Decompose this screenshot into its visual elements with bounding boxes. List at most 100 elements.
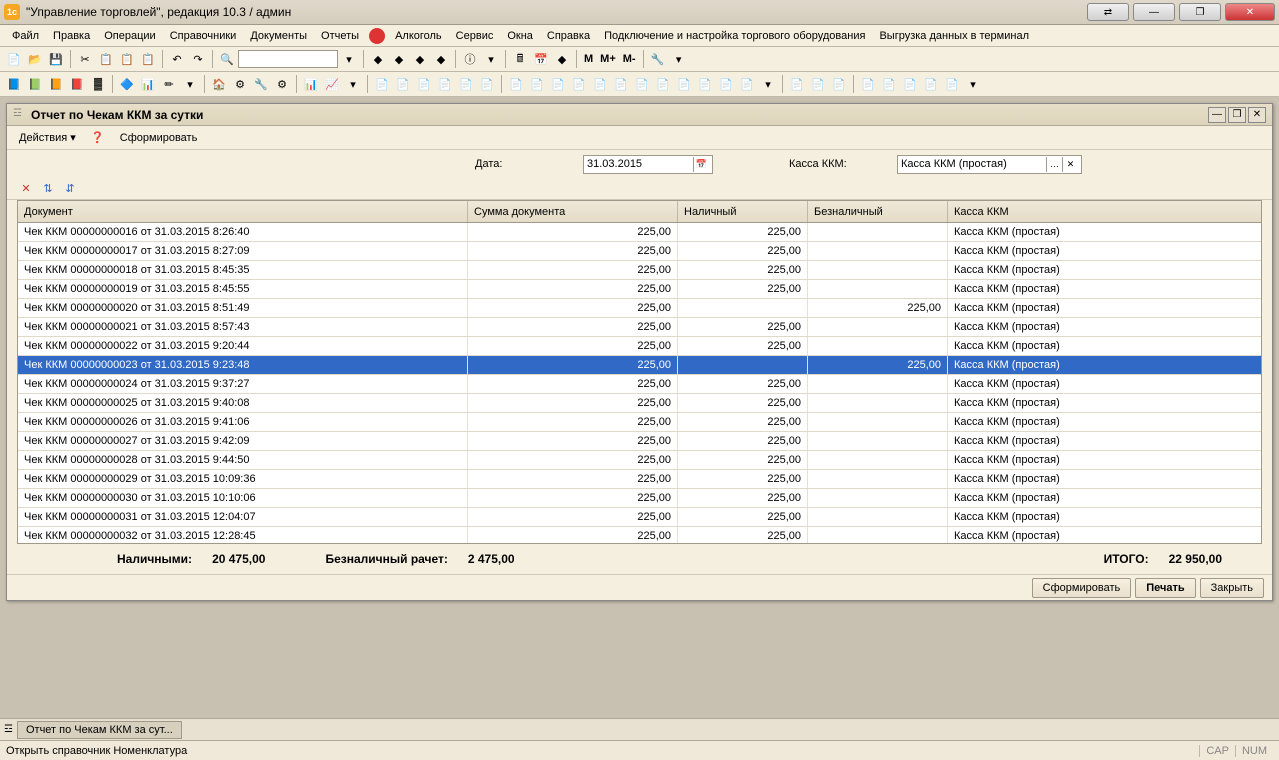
calendar-icon[interactable]: 📅 <box>693 157 709 172</box>
th-sum[interactable]: Сумма документа <box>468 201 678 222</box>
dropdown5-icon[interactable]: ▾ <box>343 74 363 94</box>
t2-14-icon[interactable]: 📈 <box>322 74 342 94</box>
tool-e-icon[interactable]: ◆ <box>552 49 572 69</box>
inner-minimize[interactable]: — <box>1208 107 1226 123</box>
th-cash[interactable]: Наличный <box>678 201 808 222</box>
table-row[interactable]: Чек ККМ 00000000024 от 31.03.2015 9:37:2… <box>18 375 1261 394</box>
t2-23-icon[interactable]: 📄 <box>548 74 568 94</box>
t2-28-icon[interactable]: 📄 <box>653 74 673 94</box>
table-row[interactable]: Чек ККМ 00000000025 от 31.03.2015 9:40:0… <box>18 394 1261 413</box>
actions-dropdown[interactable]: Действия ▾ <box>13 129 82 146</box>
tool-a-icon[interactable]: ◆ <box>368 49 388 69</box>
clear-filter-icon[interactable]: ✕ <box>17 180 35 198</box>
copy-icon[interactable]: 📋 <box>96 49 116 69</box>
table-row[interactable]: Чек ККМ 00000000030 от 31.03.2015 10:10:… <box>18 489 1261 508</box>
t2-32-icon[interactable]: 📄 <box>737 74 757 94</box>
t2-25-icon[interactable]: 📄 <box>590 74 610 94</box>
footer-print-button[interactable]: Печать <box>1135 578 1195 598</box>
swap-button[interactable]: ⇄ <box>1087 3 1129 21</box>
t2-19-icon[interactable]: 📄 <box>456 74 476 94</box>
table-row[interactable]: Чек ККМ 00000000032 от 31.03.2015 12:28:… <box>18 527 1261 543</box>
paste-icon[interactable]: 📋 <box>117 49 137 69</box>
t2-39-icon[interactable]: 📄 <box>921 74 941 94</box>
inner-close[interactable]: ✕ <box>1248 107 1266 123</box>
memory-mplus[interactable]: M+ <box>597 53 619 65</box>
t2-6-icon[interactable]: 🔷 <box>117 74 137 94</box>
t2-38-icon[interactable]: 📄 <box>900 74 920 94</box>
menu-alcohol[interactable]: Алкоголь <box>389 28 448 44</box>
menu-file[interactable]: Файл <box>6 28 45 44</box>
t2-22-icon[interactable]: 📄 <box>527 74 547 94</box>
t2-33-icon[interactable]: 📄 <box>787 74 807 94</box>
dropdown7-icon[interactable]: ▾ <box>963 74 983 94</box>
table-row[interactable]: Чек ККМ 00000000027 от 31.03.2015 9:42:0… <box>18 432 1261 451</box>
table-row[interactable]: Чек ККМ 00000000016 от 31.03.2015 8:26:4… <box>18 223 1261 242</box>
new-icon[interactable]: 📄 <box>4 49 24 69</box>
menu-service[interactable]: Сервис <box>450 28 500 44</box>
menu-edit[interactable]: Правка <box>47 28 96 44</box>
t2-20-icon[interactable]: 📄 <box>477 74 497 94</box>
t2-31-icon[interactable]: 📄 <box>716 74 736 94</box>
t2-5-icon[interactable]: ▓ <box>88 74 108 94</box>
t2-3-icon[interactable]: 📙 <box>46 74 66 94</box>
cut-icon[interactable]: ✂ <box>75 49 95 69</box>
menu-hardware[interactable]: Подключение и настройка торгового оборуд… <box>598 28 871 44</box>
dropdown2-icon[interactable]: ▾ <box>481 49 501 69</box>
th-kkm[interactable]: Касса ККМ <box>948 201 1243 222</box>
tool-d-icon[interactable]: ◆ <box>431 49 451 69</box>
t2-16-icon[interactable]: 📄 <box>393 74 413 94</box>
t2-7-icon[interactable]: 📊 <box>138 74 158 94</box>
t2-1-icon[interactable]: 📘 <box>4 74 24 94</box>
menu-export[interactable]: Выгрузка данных в терминал <box>873 28 1035 44</box>
tool-c-icon[interactable]: ◆ <box>410 49 430 69</box>
table-row[interactable]: Чек ККМ 00000000017 от 31.03.2015 8:27:0… <box>18 242 1261 261</box>
minimize-button[interactable]: — <box>1133 3 1175 21</box>
dropdown-icon[interactable]: ▾ <box>339 49 359 69</box>
menu-refs[interactable]: Справочники <box>164 28 243 44</box>
menu-help[interactable]: Справка <box>541 28 596 44</box>
taskbar-item[interactable]: Отчет по Чекам ККМ за сут... <box>17 721 182 739</box>
th-document[interactable]: Документ <box>18 201 468 222</box>
tool-b-icon[interactable]: ◆ <box>389 49 409 69</box>
sort-asc-icon[interactable]: ⇅ <box>39 180 57 198</box>
table-row[interactable]: Чек ККМ 00000000022 от 31.03.2015 9:20:4… <box>18 337 1261 356</box>
t2-15-icon[interactable]: 📄 <box>372 74 392 94</box>
date-input[interactable]: 31.03.2015 📅 <box>583 155 713 174</box>
t2-9-icon[interactable]: 🏠 <box>209 74 229 94</box>
save-icon[interactable]: 💾 <box>46 49 66 69</box>
table-row[interactable]: Чек ККМ 00000000031 от 31.03.2015 12:04:… <box>18 508 1261 527</box>
t2-8-icon[interactable]: ✏ <box>159 74 179 94</box>
dropdown3-icon[interactable]: ▾ <box>669 49 689 69</box>
t2-13-icon[interactable]: 📊 <box>301 74 321 94</box>
memory-mminus[interactable]: M- <box>620 53 639 65</box>
close-button[interactable]: ✕ <box>1225 3 1275 21</box>
undo-icon[interactable]: ↶ <box>167 49 187 69</box>
t2-29-icon[interactable]: 📄 <box>674 74 694 94</box>
t2-17-icon[interactable]: 📄 <box>414 74 434 94</box>
t2-11-icon[interactable]: 🔧 <box>251 74 271 94</box>
sort-desc-icon[interactable]: ⇵ <box>61 180 79 198</box>
t2-34-icon[interactable]: 📄 <box>808 74 828 94</box>
form-button[interactable]: Сформировать <box>114 130 204 146</box>
t2-30-icon[interactable]: 📄 <box>695 74 715 94</box>
menu-reports[interactable]: Отчеты <box>315 28 365 44</box>
t2-24-icon[interactable]: 📄 <box>569 74 589 94</box>
inner-maximize[interactable]: ❐ <box>1228 107 1246 123</box>
info-icon[interactable]: ⓘ <box>460 49 480 69</box>
menu-windows[interactable]: Окна <box>501 28 539 44</box>
kkm-input[interactable]: Касса ККМ (простая) … ✕ <box>897 155 1082 174</box>
t2-10-icon[interactable]: ⚙ <box>230 74 250 94</box>
t2-4-icon[interactable]: 📕 <box>67 74 87 94</box>
table-row[interactable]: Чек ККМ 00000000018 от 31.03.2015 8:45:3… <box>18 261 1261 280</box>
table-row[interactable]: Чек ККМ 00000000023 от 31.03.2015 9:23:4… <box>18 356 1261 375</box>
clear-icon[interactable]: ✕ <box>1062 157 1078 172</box>
footer-close-button[interactable]: Закрыть <box>1200 578 1264 598</box>
t2-12-icon[interactable]: ⚙ <box>272 74 292 94</box>
t2-2-icon[interactable]: 📗 <box>25 74 45 94</box>
ellipsis-icon[interactable]: … <box>1046 157 1062 172</box>
calc-icon[interactable]: 🖩 <box>510 49 530 69</box>
open-icon[interactable]: 📂 <box>25 49 45 69</box>
table-row[interactable]: Чек ККМ 00000000026 от 31.03.2015 9:41:0… <box>18 413 1261 432</box>
t2-18-icon[interactable]: 📄 <box>435 74 455 94</box>
t2-35-icon[interactable]: 📄 <box>829 74 849 94</box>
